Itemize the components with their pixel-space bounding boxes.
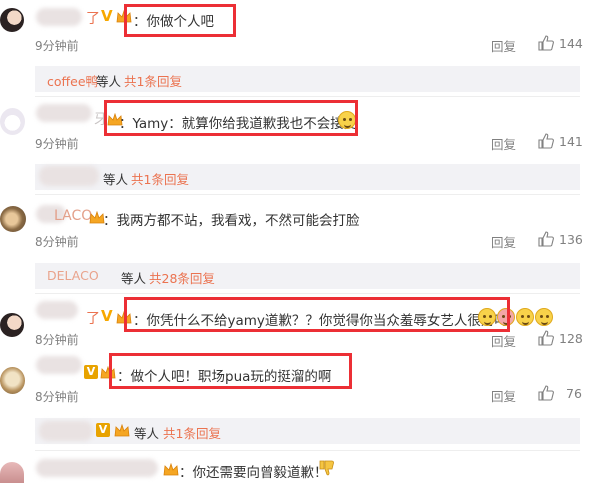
vip-crown-icon xyxy=(114,424,130,437)
emoji-icon xyxy=(535,308,553,326)
username-blurred[interactable] xyxy=(36,459,158,477)
reply-button[interactable]: 回复 xyxy=(491,232,516,251)
like-count: 128 xyxy=(559,331,583,346)
sub-reply-username[interactable]: DELACO xyxy=(47,268,99,283)
username[interactable]: 了 xyxy=(86,308,100,328)
username-blurred[interactable] xyxy=(36,301,78,319)
highlight-box xyxy=(109,353,352,389)
verified-v-icon: V xyxy=(101,307,113,325)
verified-v-icon: V xyxy=(84,365,98,379)
highlight-box xyxy=(124,4,236,37)
thumbs-up-icon[interactable] xyxy=(538,133,554,149)
sub-reply-text: 等人 xyxy=(134,426,160,441)
sub-reply-username-blurred[interactable] xyxy=(39,166,99,186)
divider xyxy=(35,450,580,451)
thumbs-up-icon[interactable] xyxy=(538,35,554,51)
timestamp: 9分钟前 xyxy=(35,137,79,151)
like-count: 144 xyxy=(559,36,583,51)
timestamp: 8分钟前 xyxy=(35,333,79,347)
sub-reply-count-link[interactable]: 共1条回复 xyxy=(131,169,189,188)
thumbs-up-icon[interactable] xyxy=(538,330,554,346)
like-count: 76 xyxy=(566,386,582,401)
timestamp: 9分钟前 xyxy=(35,39,79,53)
timestamp: 8分钟前 xyxy=(35,235,79,249)
sub-reply-bar[interactable]: V 等人 共1条回复 xyxy=(35,418,580,444)
divider xyxy=(35,96,580,97)
sub-reply-username-blurred[interactable] xyxy=(39,421,93,441)
reply-button[interactable]: 回复 xyxy=(491,36,516,55)
avatar[interactable] xyxy=(0,8,24,32)
thumbs-up-icon[interactable] xyxy=(538,231,554,247)
divider xyxy=(35,293,580,294)
vip-crown-icon xyxy=(163,463,179,476)
reply-button[interactable]: 回复 xyxy=(491,331,516,350)
avatar[interactable] xyxy=(0,462,24,483)
sub-reply-bar[interactable]: 等人 共1条回复 xyxy=(35,164,580,190)
username[interactable]: 了 xyxy=(86,8,100,28)
like-count: 141 xyxy=(559,134,583,149)
reply-button[interactable]: 回复 xyxy=(491,134,516,153)
highlight-box xyxy=(104,100,358,136)
thumbs-down-emoji-icon xyxy=(319,460,334,476)
username-blurred[interactable] xyxy=(36,356,82,374)
avatar[interactable] xyxy=(0,367,25,394)
username[interactable]: LACO xyxy=(54,208,92,224)
comment-text: ：你还需要向曾毅道歉！ xyxy=(179,465,328,481)
sub-reply-count-link[interactable]: 共28条回复 xyxy=(149,268,215,287)
sub-reply-text: 等人 xyxy=(96,74,122,89)
sub-reply-text: 等人 xyxy=(121,271,147,286)
comment-text: ：我两方都不站，我看戏，不然可能会打脸 xyxy=(103,213,360,229)
avatar[interactable] xyxy=(0,206,26,232)
username-blurred[interactable] xyxy=(36,104,92,122)
divider xyxy=(35,194,580,195)
sub-reply-count-link[interactable]: 共1条回复 xyxy=(163,423,221,442)
avatar[interactable] xyxy=(0,108,25,135)
like-count: 136 xyxy=(559,232,583,247)
emoji-icon xyxy=(516,308,534,326)
avatar[interactable] xyxy=(0,313,24,337)
sub-reply-text: 等人 xyxy=(103,172,129,187)
timestamp: 8分钟前 xyxy=(35,390,79,404)
reply-button[interactable]: 回复 xyxy=(491,386,516,405)
username-blurred[interactable] xyxy=(36,8,82,26)
sub-reply-bar[interactable]: DELACO 等人 共28条回复 xyxy=(35,263,580,289)
verified-v-icon: V xyxy=(96,423,110,437)
sub-reply-count-link[interactable]: 共1条回复 xyxy=(124,71,182,90)
sub-reply-username[interactable]: coffee鸭 xyxy=(47,71,98,90)
thumbs-up-icon[interactable] xyxy=(538,385,554,401)
highlight-box xyxy=(124,297,510,332)
sub-reply-bar[interactable]: coffee鸭 等人 共1条回复 xyxy=(35,66,580,92)
verified-v-icon: V xyxy=(101,7,113,25)
